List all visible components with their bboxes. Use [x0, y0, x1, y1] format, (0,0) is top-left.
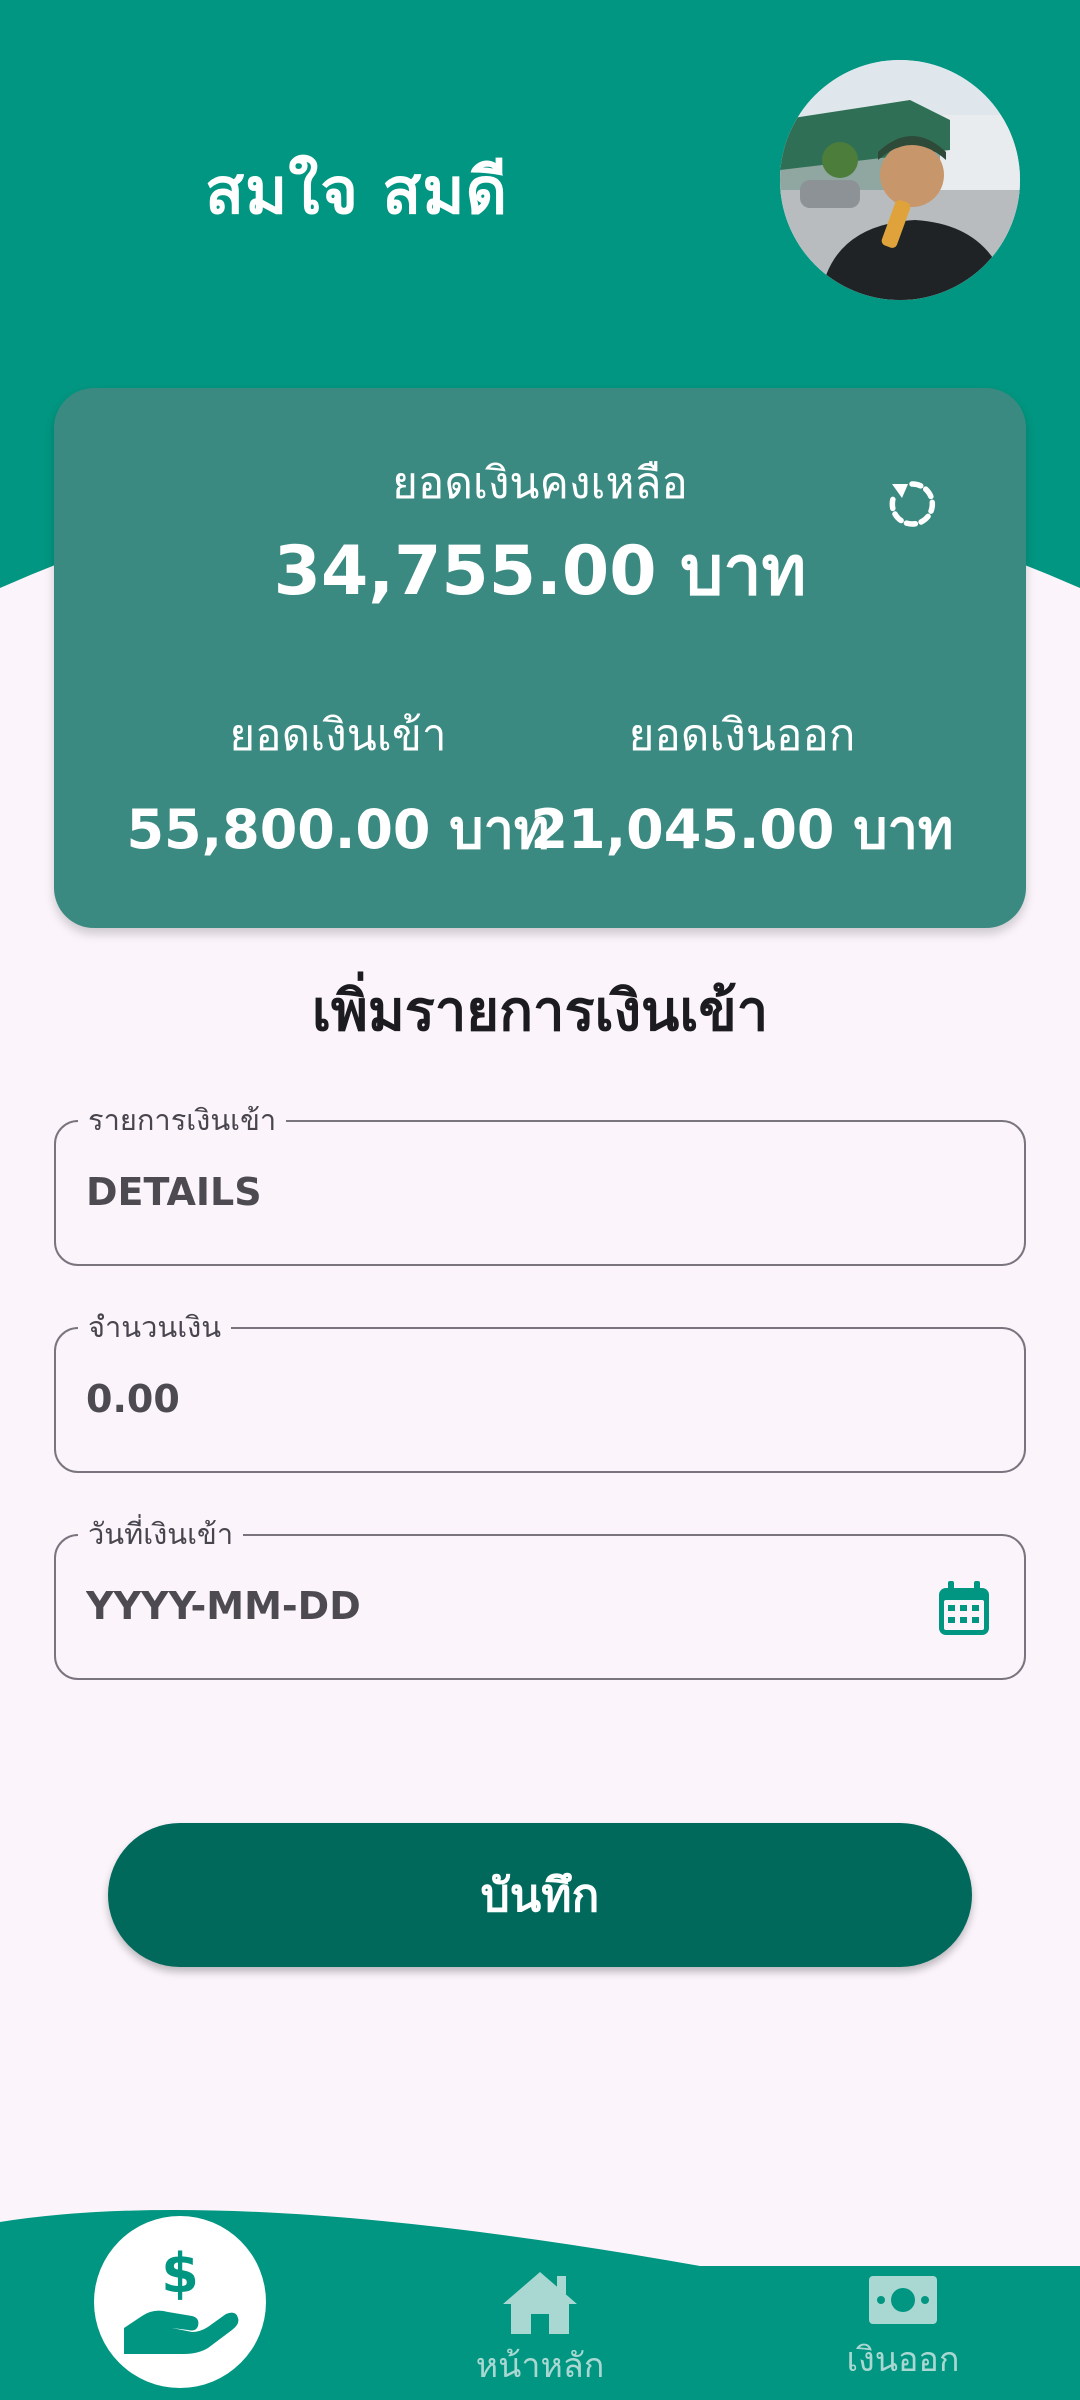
money-bill-icon — [869, 2276, 937, 2324]
refresh-icon[interactable] — [880, 472, 944, 536]
details-field[interactable]: รายการเงินเข้า — [54, 1102, 1026, 1266]
income-value: 55,800.00 บาท — [126, 798, 550, 861]
balance-card: ยอดเงินคงเหลือ 34,755.00 บาท ยอดเงินเข้า… — [54, 388, 1026, 928]
date-field[interactable]: วันที่เงินเข้า — [54, 1516, 1026, 1680]
details-input[interactable] — [86, 1170, 904, 1214]
details-field-label: รายการเงินเข้า — [78, 1102, 287, 1138]
income-label: ยอดเงินเข้า — [229, 710, 447, 761]
nav-expense[interactable]: เงินออก — [793, 2270, 1013, 2386]
form-title: เพิ่มรายการเงินเข้า — [311, 979, 769, 1044]
hand-dollar-icon: $ — [124, 2244, 239, 2354]
date-input[interactable] — [86, 1584, 904, 1628]
amount-input[interactable] — [86, 1377, 904, 1421]
home-icon — [503, 2272, 577, 2334]
date-field-label: วันที่เงินเข้า — [78, 1516, 244, 1552]
expense-value: 21,045.00 บาท — [530, 798, 954, 861]
nav-income-active[interactable]: $ — [94, 2216, 266, 2388]
save-button[interactable]: บันทึก — [108, 1823, 972, 1967]
nav-expense-label: เงินออก — [846, 2340, 960, 2380]
nav-home-label: หน้าหลัก — [475, 2346, 605, 2386]
nav-home[interactable]: หน้าหลัก — [430, 2270, 650, 2392]
amount-field-label: จำนวนเงิน — [78, 1309, 232, 1345]
expense-summary: ยอดเงินออก 21,045.00 บาท — [522, 700, 962, 872]
amount-field[interactable]: จำนวนเงิน — [54, 1309, 1026, 1473]
calendar-icon[interactable] — [936, 1580, 992, 1638]
profile-avatar[interactable] — [780, 60, 1020, 300]
expense-label: ยอดเงินออก — [628, 710, 856, 761]
svg-text:$: $ — [161, 2244, 199, 2305]
income-summary: ยอดเงินเข้า 55,800.00 บาท — [118, 700, 558, 872]
user-name: สมใจ สมดี — [205, 155, 509, 229]
